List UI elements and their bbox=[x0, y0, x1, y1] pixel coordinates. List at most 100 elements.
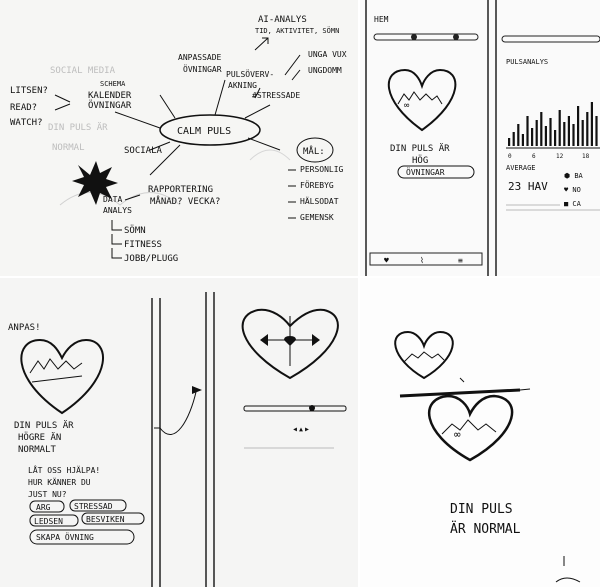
pulse-bar bbox=[521, 134, 524, 146]
pulsover-label: PULSÖVERV- bbox=[226, 69, 274, 79]
rapportering-sub: MÅNAD? VECKA? bbox=[150, 195, 220, 207]
pulse-bars bbox=[508, 102, 598, 146]
pulse-bar bbox=[540, 112, 543, 146]
sociala-label: SOCIALA bbox=[124, 146, 163, 156]
word-watch: WATCH? bbox=[10, 118, 43, 128]
word-listen: LITSEN? bbox=[10, 86, 48, 96]
svg-text:∞: ∞ bbox=[404, 101, 410, 111]
top-bar-2 bbox=[501, 35, 600, 43]
status-4-line-1: DIN PULS bbox=[450, 502, 513, 517]
mal-item-4: GEMENSK bbox=[300, 213, 334, 222]
chip-besviken-label: BESVIKEN bbox=[86, 515, 125, 524]
sketch-collage: SOCIAL MEDIA DIN PULS ÄR NORMAL CALM PUL… bbox=[0, 0, 600, 587]
pulse-bar bbox=[577, 106, 580, 146]
tick-0: 0 bbox=[508, 153, 512, 160]
ai-sub: TID, AKTIVITET, SÖMN bbox=[255, 26, 339, 35]
pulse-bar bbox=[590, 102, 593, 146]
pulsover-sub: AKNING bbox=[228, 81, 257, 90]
tick-18: 18 bbox=[582, 153, 590, 160]
wireframe-sketch: HEM ∞ DIN PULS ÄR HÖG ÖVNINGAR ♥ ⌇ ≡ PUL… bbox=[365, 0, 600, 276]
top-bar bbox=[373, 33, 479, 41]
stressade-label: #STRESSADE bbox=[252, 91, 300, 100]
sub-item-fitness: FITNESS bbox=[124, 240, 162, 250]
pulsanalys-title: PULSANALYS bbox=[506, 58, 548, 66]
tick-6: 6 bbox=[532, 153, 536, 160]
status-line-1: DIN PULS ÄR bbox=[390, 143, 450, 154]
rapportering-label: RAPPORTERING bbox=[148, 185, 213, 195]
mal-item-3: HÄLSODAT bbox=[300, 196, 339, 206]
pulse-bar bbox=[508, 138, 511, 146]
pulse-bar bbox=[549, 118, 552, 146]
svg-text:⬢ BA: ⬢ BA bbox=[564, 172, 584, 180]
help-line-1: LÅT OSS HJÄLPA! bbox=[28, 464, 100, 475]
anpas-label: ANPAS! bbox=[8, 323, 41, 333]
ovningar-button-label: ÖVNINGAR bbox=[406, 167, 445, 177]
anpassade-label: ANPASSADE bbox=[178, 53, 222, 62]
pulse-bar bbox=[526, 116, 529, 146]
wireframe-panel: HEM ∞ DIN PULS ÄR HÖG ÖVNINGAR ♥ ⌇ ≡ PUL… bbox=[360, 0, 600, 276]
status-3-line-2: HÖGRE ÄN bbox=[18, 432, 61, 443]
heart-icon-4 bbox=[394, 330, 454, 380]
pulse-bar bbox=[567, 116, 570, 146]
pulse-bar bbox=[544, 126, 547, 146]
pulse-bar bbox=[535, 120, 538, 146]
pulse-bar bbox=[554, 130, 557, 146]
progress-bar[interactable] bbox=[243, 405, 347, 412]
play-control-icon[interactable]: ◂▴▸ bbox=[292, 424, 310, 435]
status-3-line-3: NORMALT bbox=[18, 445, 57, 455]
heart-status-panel: ∞ DIN PULS ÄR NORMAL bbox=[360, 278, 600, 587]
unga-label: UNGA VUX bbox=[308, 50, 347, 59]
ungdom-label: UNGDOMM bbox=[308, 66, 342, 75]
tick-12: 12 bbox=[556, 153, 564, 160]
svg-text:NORMAL: NORMAL bbox=[52, 143, 85, 153]
nav-pulse-icon[interactable]: ⌇ bbox=[420, 256, 424, 265]
mal-title: MÅL: bbox=[303, 145, 325, 157]
pulse-bar bbox=[572, 124, 575, 146]
chip-ledsen-label: LEDSEN bbox=[34, 517, 63, 526]
sub-item-somn: SÖMN bbox=[124, 225, 146, 236]
chip-arg-label: ARG bbox=[36, 503, 51, 512]
pulse-bar bbox=[595, 116, 598, 146]
notification-sketch: ANPAS! DIN PULS ÄR HÖGRE ÄN NORMALT LÅT … bbox=[8, 292, 347, 587]
help-line-3: JUST NU? bbox=[28, 490, 67, 499]
pulse-bar bbox=[517, 124, 520, 146]
status-4-line-2: ÄR NORMAL bbox=[450, 521, 521, 537]
svg-text:♥ NO: ♥ NO bbox=[564, 186, 581, 194]
sub-item-jobb: JOBB/PLUGG bbox=[124, 254, 178, 264]
svg-text:■ CA: ■ CA bbox=[564, 200, 582, 208]
status-line-2: HÖG bbox=[412, 155, 428, 166]
mal-item-2: FÖREBYG bbox=[300, 180, 334, 190]
center-label: CALM PULS bbox=[177, 126, 231, 137]
status-3-line-1: DIN PULS ÄR bbox=[14, 420, 74, 431]
chip-stressad-label: STRESSAD bbox=[74, 502, 113, 511]
kalender-label: KALENDER bbox=[88, 91, 132, 101]
analys-label: ANALYS bbox=[103, 206, 132, 215]
mal-item-1: PERSONLIG bbox=[300, 165, 344, 174]
pulse-bar bbox=[558, 110, 561, 146]
pulse-bar bbox=[581, 120, 584, 146]
pulse-bar bbox=[563, 122, 566, 146]
ovningar-label: ÖVNINGAR bbox=[88, 100, 132, 111]
help-line-2: HUR KÄNNER DU bbox=[28, 477, 91, 487]
pulse-bar bbox=[586, 112, 589, 146]
anpassade-sub: ÖVNINGAR bbox=[183, 64, 222, 74]
heart-icon-2 bbox=[20, 338, 104, 415]
pulse-bar bbox=[512, 132, 515, 146]
average-label: AVERAGE bbox=[506, 164, 536, 172]
ai-label: AI-ANALYS bbox=[258, 15, 307, 25]
mindmap-sketch: SOCIAL MEDIA DIN PULS ÄR NORMAL CALM PUL… bbox=[10, 15, 347, 264]
schema-label: SCHEMA bbox=[100, 80, 126, 88]
svg-text:SOCIAL MEDIA: SOCIAL MEDIA bbox=[50, 66, 116, 76]
mindmap-panel: SOCIAL MEDIA DIN PULS ÄR NORMAL CALM PUL… bbox=[0, 0, 358, 276]
create-exercise-label: SKAPA ÖVNING bbox=[36, 532, 94, 542]
svg-text:∞: ∞ bbox=[454, 428, 461, 441]
heart-icon bbox=[387, 68, 457, 132]
pen-shape bbox=[399, 388, 521, 398]
notification-panel: ANPAS! DIN PULS ÄR HÖGRE ÄN NORMALT LÅT … bbox=[0, 278, 358, 587]
nav-heart-icon[interactable]: ♥ bbox=[384, 256, 389, 265]
word-read: READ? bbox=[10, 103, 37, 113]
data-label: DATA bbox=[103, 195, 122, 204]
hem-title: HEM bbox=[374, 15, 389, 24]
heart-icon-5 bbox=[427, 394, 514, 462]
nav-list-icon[interactable]: ≡ bbox=[458, 256, 463, 265]
